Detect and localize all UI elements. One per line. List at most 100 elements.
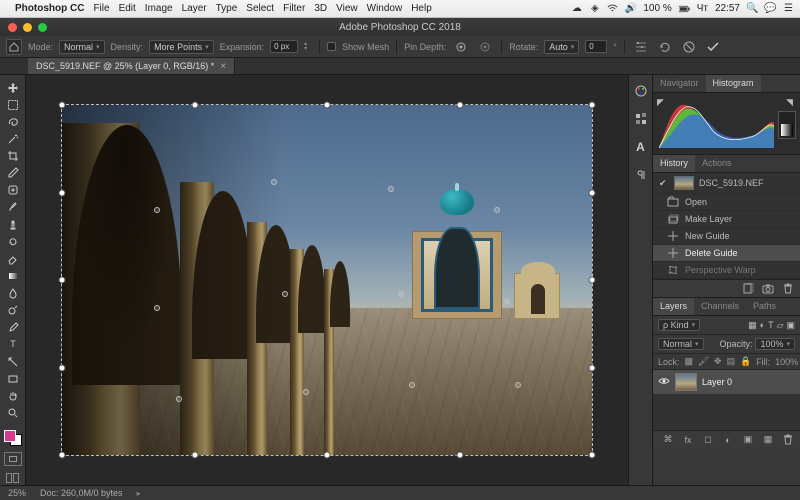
window-titlebar[interactable]: Adobe Photoshop CC 2018 — [0, 18, 800, 36]
transform-handle[interactable] — [324, 452, 331, 459]
hand-tool[interactable] — [2, 387, 24, 404]
blend-mode-select[interactable]: Normal — [658, 338, 704, 350]
puppet-pin[interactable] — [409, 382, 415, 388]
transform-handle[interactable] — [59, 364, 66, 371]
cloud-icon[interactable]: ☁︎ — [571, 3, 582, 14]
menubar-day[interactable]: Чт — [697, 3, 708, 14]
color-panel-icon[interactable] — [633, 83, 649, 99]
new-layer-icon[interactable]: ▦ — [762, 434, 774, 446]
window-zoom-button[interactable] — [38, 23, 47, 32]
layer-row[interactable]: Layer 0 — [653, 370, 800, 394]
lock-transparent-icon[interactable]: ▩ — [685, 356, 694, 367]
puppet-pin[interactable] — [515, 382, 521, 388]
puppet-pin[interactable] — [388, 186, 394, 192]
layer-name[interactable]: Layer 0 — [702, 377, 732, 387]
delete-state-icon[interactable] — [782, 283, 794, 295]
adjustment-layer-icon[interactable]: ◐ — [722, 434, 734, 446]
screen-mode-button[interactable] — [4, 472, 22, 485]
histogram-options-icon[interactable] — [778, 111, 796, 139]
zoom-tool[interactable] — [2, 404, 24, 421]
lock-artboard-icon[interactable]: ▤ — [727, 356, 736, 367]
warning-icon[interactable]: ◥ — [786, 97, 796, 107]
puppet-pin[interactable] — [154, 305, 160, 311]
close-tab-icon[interactable]: × — [220, 61, 226, 72]
visibility-icon[interactable] — [658, 376, 670, 388]
mode-select[interactable]: Normal — [59, 40, 105, 54]
history-item[interactable]: Make Layer — [653, 211, 800, 228]
lasso-tool[interactable] — [2, 113, 24, 130]
puppet-pin[interactable] — [154, 207, 160, 213]
wifi-icon[interactable] — [607, 3, 618, 14]
group-icon[interactable]: ▣ — [742, 434, 754, 446]
transform-handle[interactable] — [456, 102, 463, 109]
history-item[interactable]: Open — [653, 194, 800, 211]
menu-help[interactable]: Help — [411, 3, 432, 14]
menu-type[interactable]: Type — [216, 3, 238, 14]
filter-type-icon[interactable]: T — [768, 320, 774, 330]
home-icon[interactable] — [6, 39, 22, 55]
layer-filter-select[interactable]: ρ Kind — [658, 319, 700, 331]
pen-tool[interactable] — [2, 319, 24, 336]
delete-layer-icon[interactable] — [782, 434, 794, 446]
puppet-pin[interactable] — [303, 389, 309, 395]
new-snapshot-icon[interactable] — [762, 283, 774, 295]
transform-handle[interactable] — [59, 277, 66, 284]
rectangle-tool[interactable] — [2, 370, 24, 387]
spot-healing-brush-tool[interactable] — [2, 182, 24, 199]
history-item[interactable]: New Guide — [653, 228, 800, 245]
reset-icon[interactable] — [656, 40, 674, 54]
zoom-level[interactable]: 25% — [8, 488, 26, 498]
transform-handle[interactable] — [589, 452, 596, 459]
actions-tab[interactable]: Actions — [695, 155, 739, 172]
menu-file[interactable]: File — [93, 3, 109, 14]
puppet-pin[interactable] — [271, 179, 277, 185]
transform-handle[interactable] — [589, 102, 596, 109]
canvas-area[interactable] — [26, 75, 628, 485]
menu-window[interactable]: Window — [367, 3, 403, 14]
menu-layer[interactable]: Layer — [182, 3, 207, 14]
dropbox-icon[interactable]: ◈ — [589, 3, 600, 14]
puppet-pin[interactable] — [494, 207, 500, 213]
menu-view[interactable]: View — [336, 3, 358, 14]
opacity-input[interactable]: 100% — [755, 338, 795, 350]
eyedropper-tool[interactable] — [2, 165, 24, 182]
layer-mask-icon[interactable]: ◻ — [702, 434, 714, 446]
menubar-clock[interactable]: 22:57 — [715, 3, 740, 14]
paragraph-panel-icon[interactable] — [633, 167, 649, 183]
fill-input[interactable]: 100% — [775, 357, 798, 367]
puppet-pin[interactable] — [282, 291, 288, 297]
menu-filter[interactable]: Filter — [283, 3, 305, 14]
transform-handle[interactable] — [59, 102, 66, 109]
lock-all-icon[interactable]: 🔒 — [740, 356, 751, 367]
menu-select[interactable]: Select — [246, 3, 274, 14]
commit-icon[interactable] — [704, 40, 722, 54]
spotlight-icon[interactable]: 🔍 — [747, 3, 758, 14]
lock-image-icon[interactable]: 🖌 — [698, 356, 709, 367]
menu-3d[interactable]: 3D — [314, 3, 327, 14]
move-tool[interactable] — [2, 79, 24, 96]
rotate-degrees-input[interactable]: 0 — [585, 40, 607, 53]
expansion-input[interactable]: 0 px — [270, 40, 298, 53]
window-minimize-button[interactable] — [23, 23, 32, 32]
transform-handle[interactable] — [589, 277, 596, 284]
transform-handle[interactable] — [191, 452, 198, 459]
pin-forward-icon[interactable] — [452, 40, 470, 54]
navigator-tab[interactable]: Navigator — [653, 75, 706, 92]
create-document-icon[interactable] — [742, 283, 754, 295]
lock-position-icon[interactable]: ✥ — [714, 356, 722, 367]
crop-tool[interactable] — [2, 148, 24, 165]
show-mesh-checkbox[interactable] — [327, 42, 336, 51]
transform-handle[interactable] — [324, 102, 331, 109]
eraser-tool[interactable] — [2, 250, 24, 267]
brush-tool[interactable] — [2, 199, 24, 216]
transform-handle[interactable] — [59, 452, 66, 459]
document-tab[interactable]: DSC_5919.NEF @ 25% (Layer 0, RGB/16) * × — [28, 58, 235, 74]
magic-wand-tool[interactable] — [2, 130, 24, 147]
clone-stamp-tool[interactable] — [2, 216, 24, 233]
density-select[interactable]: More Points — [149, 40, 214, 54]
puppet-pin[interactable] — [176, 396, 182, 402]
rectangular-marquee-tool[interactable] — [2, 96, 24, 113]
color-swatches[interactable] — [2, 428, 24, 449]
gradient-tool[interactable] — [2, 267, 24, 284]
cancel-icon[interactable] — [680, 40, 698, 54]
